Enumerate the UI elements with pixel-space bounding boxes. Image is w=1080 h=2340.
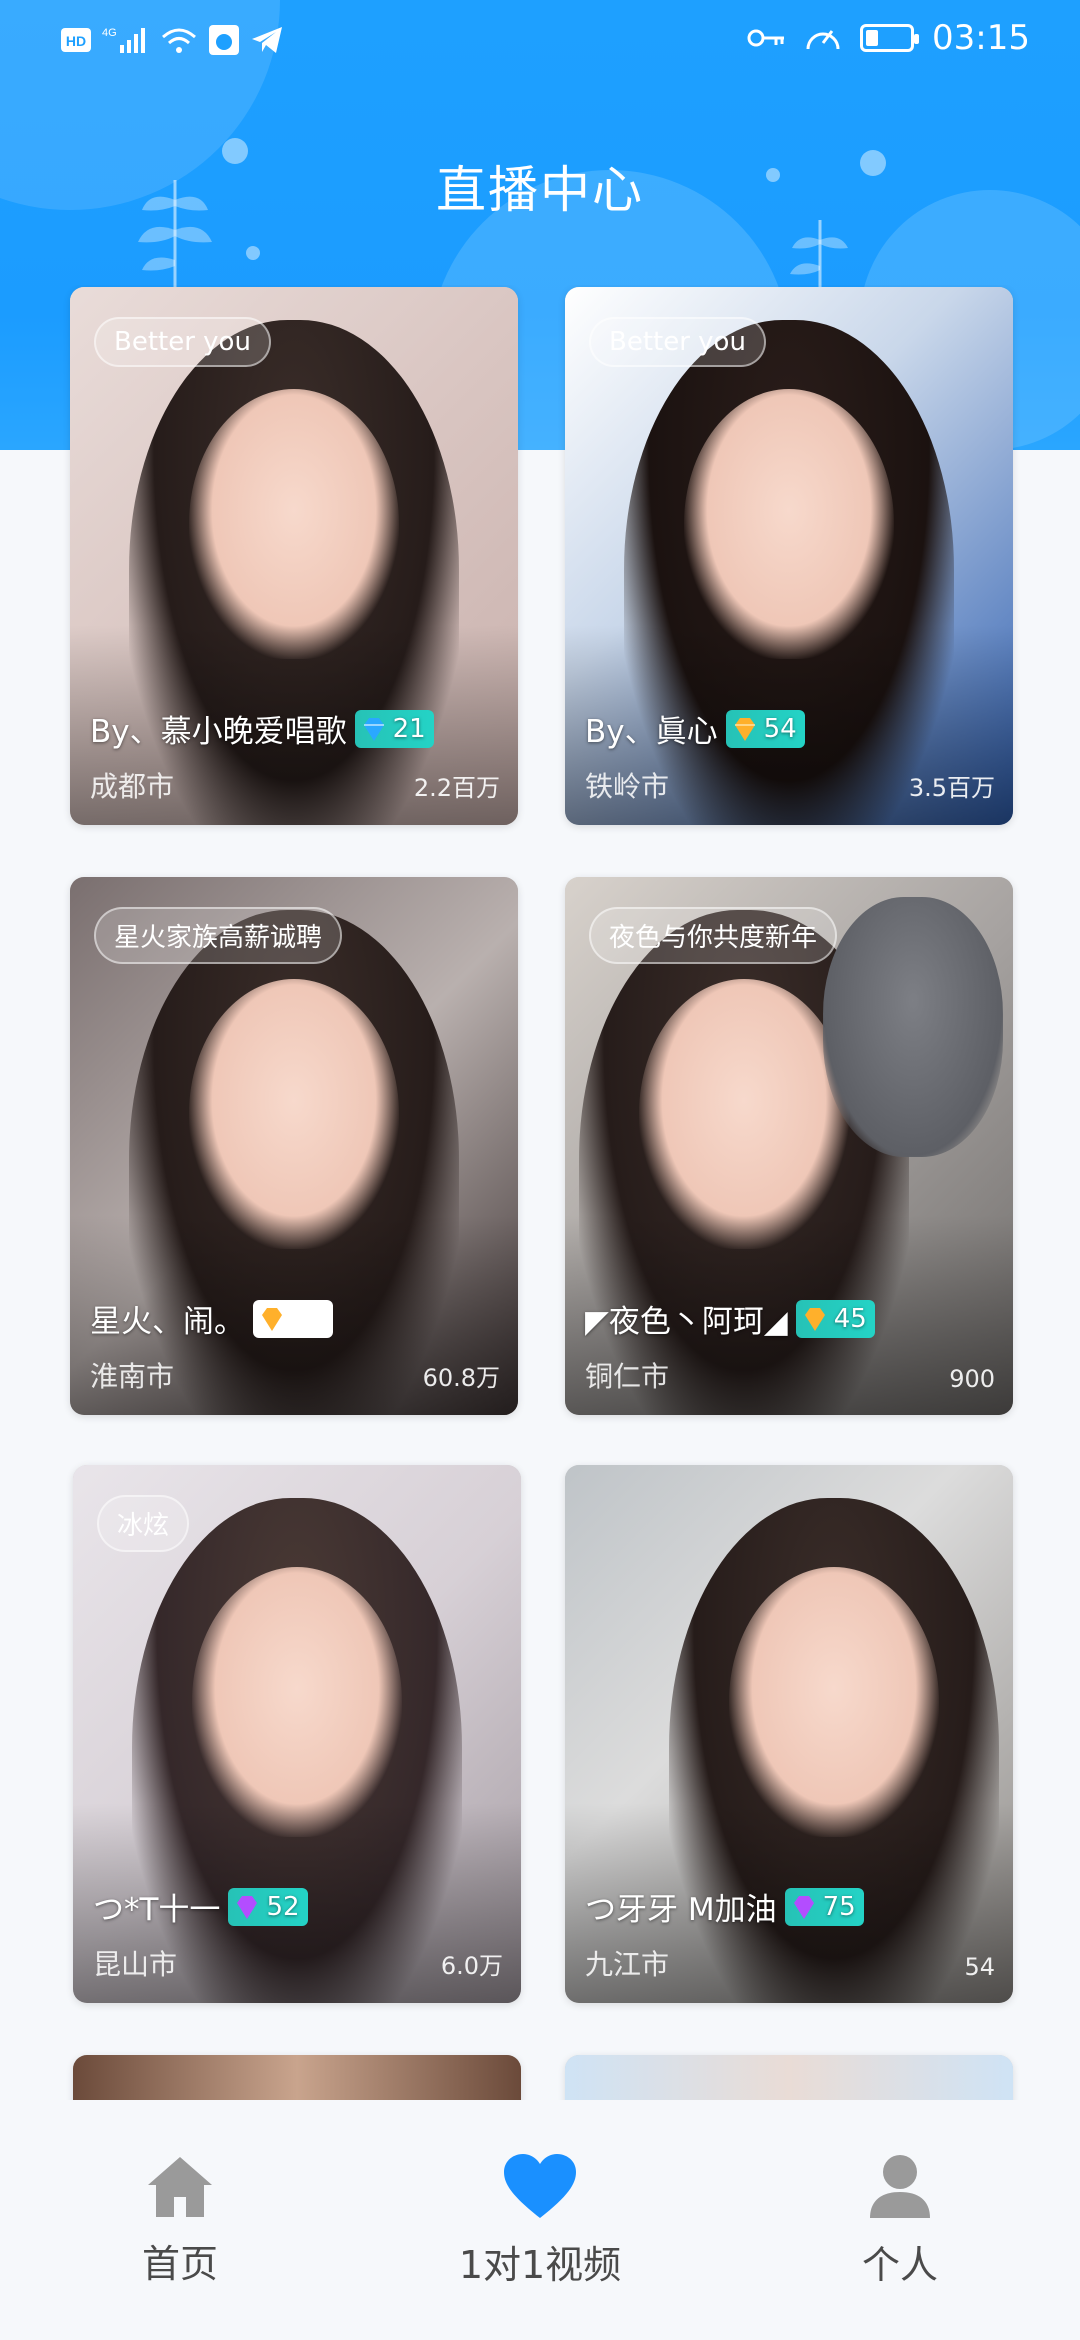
streamer-name: つ*T十一 — [93, 1892, 221, 1928]
viewer-count: 3.5百万 — [908, 774, 995, 802]
live-room-card-partial[interactable] — [565, 2055, 1013, 2105]
streamer-name: By、眞心 — [585, 714, 718, 750]
cat-image — [823, 897, 1003, 1157]
streamer-photo — [73, 2055, 521, 2105]
photo-face — [192, 1566, 402, 1837]
live-room-card[interactable]: Better you By、眞心 54 铁岭市 3.5百万 — [565, 287, 1013, 825]
nav-label-profile: 个人 — [861, 2242, 938, 2287]
live-room-card[interactable]: 冰炫 つ*T十一 52 昆山市 6.0万 — [73, 1465, 521, 2003]
streamer-name: 星火、闹。 — [90, 1304, 245, 1340]
nav-label-video-call: 1对1视频 — [458, 2242, 622, 2287]
city-label: 九江市 — [585, 1948, 670, 1981]
photo-face — [639, 978, 850, 1249]
streamer-photo — [565, 2055, 1013, 2105]
city-label: 昆山市 — [93, 1948, 178, 1981]
level-badge: 75 — [784, 1887, 864, 1926]
streamer-name-row: ◤夜色丶阿珂◢ 45 — [585, 1296, 875, 1341]
diamond-icon — [804, 1307, 825, 1331]
level-badge: 21 — [354, 709, 434, 748]
heart-icon — [504, 2153, 576, 2218]
city-label: 成都市 — [90, 770, 175, 803]
level-number: 54 — [763, 713, 797, 744]
diamond-icon — [734, 717, 755, 741]
home-icon — [148, 2156, 212, 2217]
streamer-name-row: つ牙牙 M加油 75 — [585, 1884, 864, 1929]
app-notification-icon — [208, 24, 240, 56]
nav-profile[interactable]: 个人 — [750, 2152, 1050, 2289]
level-number: 21 — [392, 713, 426, 744]
city-label: 铜仁市 — [585, 1360, 670, 1393]
nav-home[interactable]: 首页 — [30, 2153, 330, 2288]
level-badge — [253, 1299, 333, 1338]
hd-icon: HD — [60, 27, 92, 53]
nav-video-call[interactable]: 1对1视频 — [390, 2152, 690, 2289]
level-badge: 52 — [228, 1887, 308, 1926]
person-icon — [870, 2154, 930, 2218]
decor-dot — [246, 246, 260, 260]
live-room-grid: Better you By、慕小晚爱唱歌 21 成都市 2.2百万 Better… — [0, 285, 1080, 2105]
photo-face — [728, 1566, 939, 1837]
diamond-icon — [262, 1307, 282, 1331]
streamer-name-row: By、眞心 54 — [585, 706, 805, 751]
viewer-count: 6.0万 — [440, 1952, 503, 1980]
svg-text:HD: HD — [66, 33, 86, 49]
live-room-card[interactable]: つ牙牙 M加油 75 九江市 54 — [565, 1465, 1013, 2003]
live-room-card-partial[interactable] — [73, 2055, 521, 2105]
speed-icon — [804, 21, 842, 55]
page-title: 直播中心 — [436, 161, 644, 219]
level-number: 52 — [266, 1891, 300, 1922]
photo-face — [684, 388, 894, 659]
viewer-count: 60.8万 — [422, 1364, 500, 1392]
room-tag: 夜色与你共度新年 — [589, 907, 838, 964]
room-tag: 星火家族高薪诚聘 — [94, 907, 343, 964]
bottom-nav: 首页 1对1视频 个人 — [0, 2100, 1080, 2340]
level-number: 75 — [822, 1891, 856, 1922]
status-right-icons: 03:15 — [746, 18, 1030, 58]
streamer-name: By、慕小晚爱唱歌 — [90, 714, 347, 750]
streamer-name-row: 星火、闹。 — [90, 1296, 333, 1341]
live-room-card[interactable]: Better you By、慕小晚爱唱歌 21 成都市 2.2百万 — [70, 287, 518, 825]
live-room-card[interactable]: 夜色与你共度新年 ◤夜色丶阿珂◢ 45 铜仁市 900 — [565, 877, 1013, 1415]
svg-text:4G: 4G — [102, 27, 117, 39]
viewer-count: 900 — [949, 1365, 995, 1393]
battery-icon — [860, 24, 920, 52]
viewer-count: 2.2百万 — [413, 774, 500, 802]
city-label: 淮南市 — [90, 1360, 175, 1393]
photo-face — [189, 978, 399, 1249]
room-tag: 冰炫 — [97, 1495, 190, 1552]
wifi-icon — [160, 25, 198, 55]
streamer-name-row: つ*T十一 52 — [93, 1884, 308, 1929]
diamond-icon — [363, 717, 384, 741]
room-tag: Better you — [94, 317, 271, 367]
status-left-icons: HD 4G — [60, 24, 284, 56]
nav-label-home: 首页 — [141, 2241, 218, 2286]
status-bar: HD 4G 03:15 — [0, 0, 1080, 80]
viewer-count: 54 — [964, 1953, 995, 1981]
level-badge: 54 — [725, 709, 805, 748]
city-label: 铁岭市 — [585, 770, 670, 803]
live-room-card[interactable]: 星火家族高薪诚聘 星火、闹。 淮南市 60.8万 — [70, 877, 518, 1415]
room-tag: Better you — [589, 317, 766, 367]
level-badge: 45 — [795, 1299, 875, 1338]
streamer-name-row: By、慕小晚爱唱歌 21 — [90, 706, 434, 751]
streamer-name: ◤夜色丶阿珂◢ — [585, 1304, 788, 1340]
photo-face — [189, 388, 399, 659]
4g-signal-icon: 4G — [102, 25, 150, 55]
live-center-screen: HD 4G 03:15 直播中心 Better you By、慕小晚爱唱歌 21… — [0, 0, 1080, 2340]
streamer-name: つ牙牙 M加油 — [585, 1892, 777, 1928]
diamond-icon — [793, 1895, 814, 1919]
level-number: 45 — [833, 1303, 867, 1334]
telegram-icon — [250, 25, 284, 55]
status-time: 03:15 — [932, 18, 1030, 58]
diamond-icon — [237, 1895, 258, 1919]
key-icon — [746, 26, 786, 50]
